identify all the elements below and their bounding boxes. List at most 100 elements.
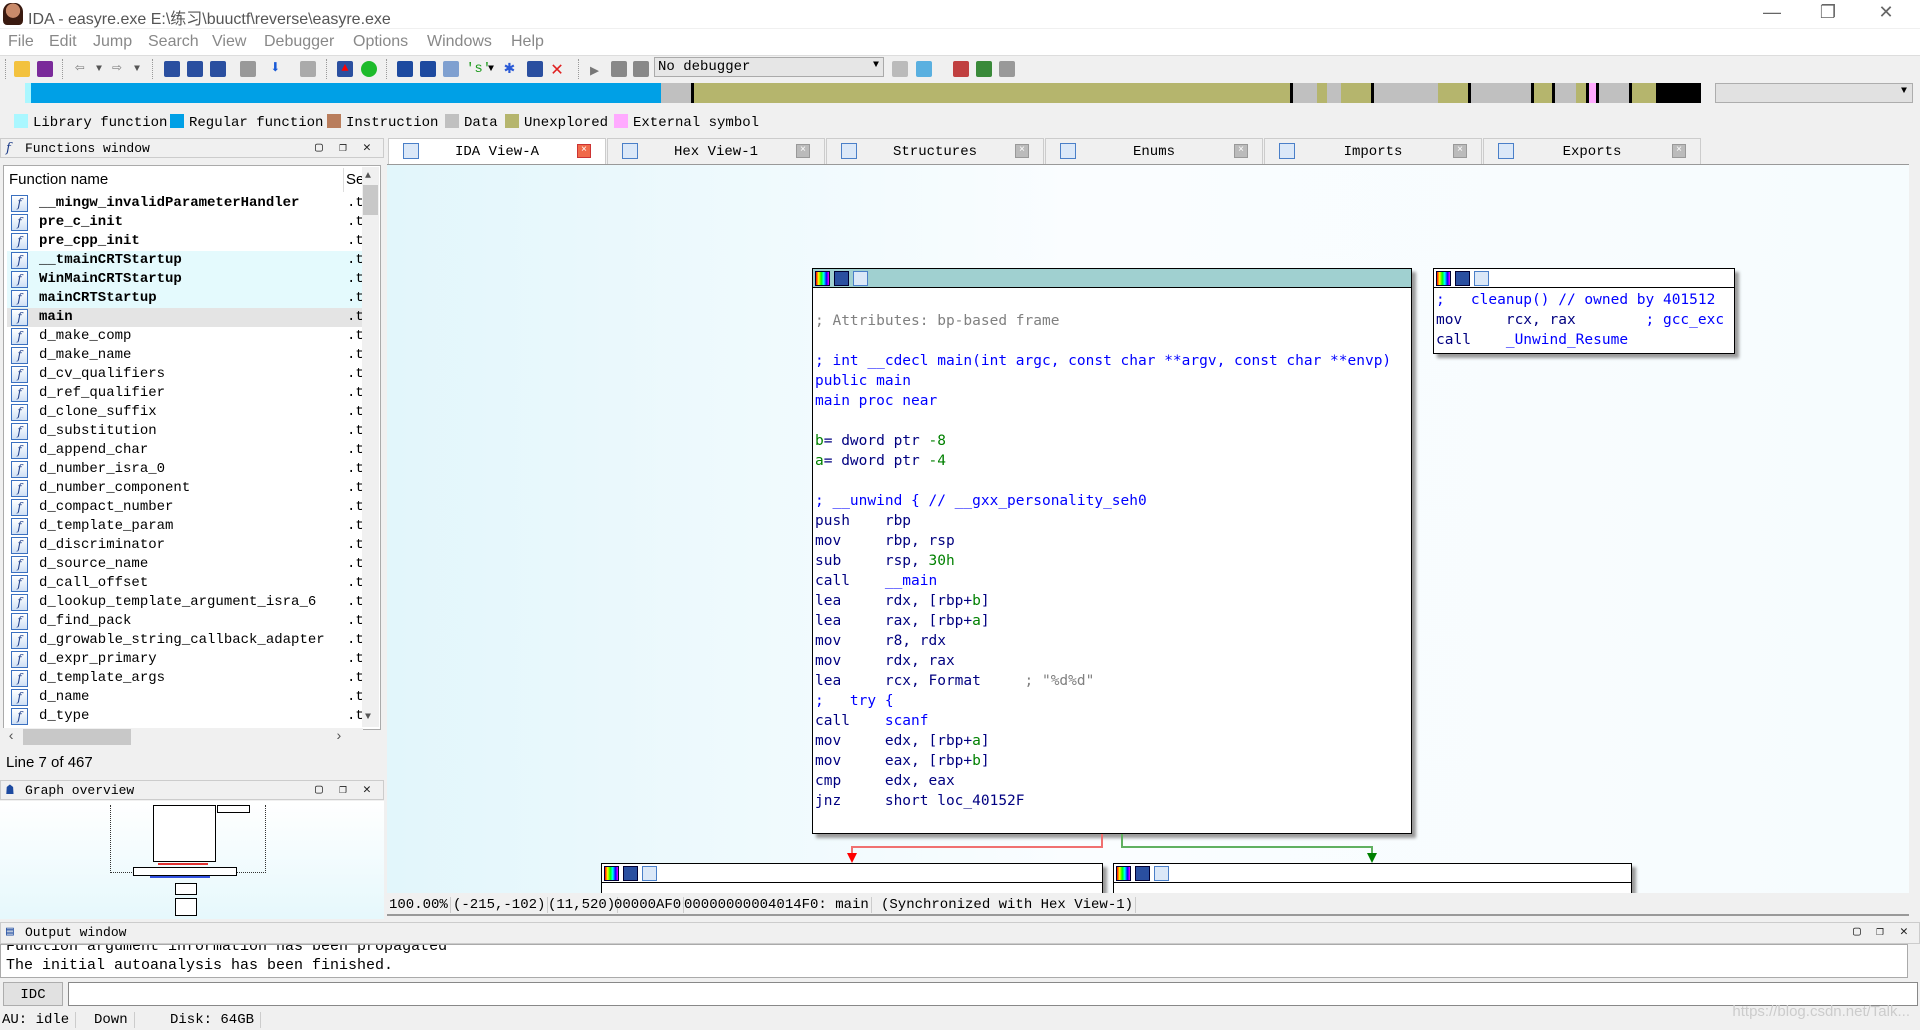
breakpoint-list-icon[interactable] xyxy=(953,61,969,77)
tab-enums[interactable]: Enums × xyxy=(1045,138,1263,164)
forward-dropdown-icon[interactable]: ▼ xyxy=(134,64,150,80)
function-row[interactable]: f pre_cpp_init .t xyxy=(7,232,364,251)
tab-ida-view-a[interactable]: IDA View-A × xyxy=(388,138,606,164)
function-row[interactable]: f d_number_isra_0 .t xyxy=(7,460,364,479)
string-dropdown-icon[interactable]: ▼ xyxy=(488,64,504,80)
functions-list[interactable]: Function name Se f __mingw_invalidParamet… xyxy=(3,165,381,730)
function-row[interactable]: f __tmainCRTStartup .t xyxy=(7,251,364,270)
make-array-icon[interactable]: ✱ xyxy=(504,57,520,79)
function-row[interactable]: f main .t xyxy=(7,308,364,327)
jump-down-icon[interactable]: ⬇ xyxy=(270,57,286,79)
back-icon[interactable]: ⇦ xyxy=(75,57,91,77)
tab-exports[interactable]: Exports × xyxy=(1483,138,1701,164)
back-dropdown-icon[interactable]: ▼ xyxy=(96,64,112,80)
menu-options[interactable]: Options xyxy=(353,33,408,51)
function-row[interactable]: f WinMainCRTStartup .t xyxy=(7,270,364,289)
float-icon[interactable]: ❐ xyxy=(339,782,347,797)
close-tab-icon[interactable]: × xyxy=(1234,144,1248,158)
function-row[interactable]: f d_number_component .t xyxy=(7,479,364,498)
analysis-ok-icon[interactable] xyxy=(361,61,377,77)
function-row[interactable]: f mainCRTStartup .t xyxy=(7,289,364,308)
tab-hex-view-1[interactable]: Hex View-1 × xyxy=(607,138,825,164)
close-tab-icon[interactable]: × xyxy=(577,144,591,158)
navigation-band[interactable] xyxy=(25,83,1701,103)
menu-help[interactable]: Help xyxy=(511,33,544,51)
search-code-icon[interactable] xyxy=(164,61,180,77)
output-log[interactable]: Function argument information has been p… xyxy=(0,944,1908,978)
open-icon[interactable] xyxy=(14,61,30,77)
function-row[interactable]: f d_compact_number .t xyxy=(7,498,364,517)
attach-icon[interactable] xyxy=(892,61,908,77)
patch-icon[interactable] xyxy=(300,61,316,77)
scrollbar-thumb[interactable] xyxy=(363,185,378,215)
function-row[interactable]: f d_lookup_template_argument_isra_6 .t xyxy=(7,593,364,612)
maximize-icon[interactable]: ▢ xyxy=(315,782,323,797)
function-row[interactable]: f d_make_name .t xyxy=(7,346,364,365)
function-row[interactable]: f d_type .t xyxy=(7,707,364,726)
make-string-icon[interactable]: 's' xyxy=(466,61,491,77)
graph-overview-canvas[interactable] xyxy=(0,801,384,919)
start-debug-icon[interactable]: ▶ xyxy=(590,61,606,80)
function-row[interactable]: f d_growable_string_callback_adapter .t xyxy=(7,631,364,650)
float-icon[interactable]: ❐ xyxy=(339,140,347,155)
segment-select[interactable]: ▼ xyxy=(1715,83,1913,103)
rename-icon[interactable] xyxy=(527,61,543,77)
forward-icon[interactable]: ⇨ xyxy=(112,57,128,77)
close-tab-icon[interactable]: × xyxy=(1453,144,1467,158)
functions-horizontal-scrollbar[interactable]: ‹ › xyxy=(3,728,363,746)
function-row[interactable]: f d_call_offset .t xyxy=(7,574,364,593)
function-row[interactable]: f d_make_comp .t xyxy=(7,327,364,346)
function-row[interactable]: f d_discriminator .t xyxy=(7,536,364,555)
function-row[interactable]: f d_append_char .t xyxy=(7,441,364,460)
search-text-icon[interactable] xyxy=(187,61,203,77)
function-row[interactable]: f __mingw_invalidParameterHandler .t xyxy=(7,194,364,213)
tracing-icon[interactable] xyxy=(999,61,1015,77)
tab-imports[interactable]: Imports × xyxy=(1264,138,1482,164)
functions-vertical-scrollbar[interactable]: ▲ ▼ xyxy=(362,167,379,727)
close-tab-icon[interactable]: × xyxy=(796,144,810,158)
menu-search[interactable]: Search xyxy=(148,33,199,51)
function-row[interactable]: f d_source_name .t xyxy=(7,555,364,574)
function-row[interactable]: f d_substitution .t xyxy=(7,422,364,441)
function-row[interactable]: f d_cv_qualifiers .t xyxy=(7,365,364,384)
close-icon[interactable]: ✕ xyxy=(363,782,371,797)
function-row[interactable]: f d_ref_qualifier .t xyxy=(7,384,364,403)
function-row[interactable]: f pre_c_init .t xyxy=(7,213,364,232)
close-button[interactable]: ✕ xyxy=(1866,2,1906,23)
restore-button[interactable]: ❐ xyxy=(1808,2,1848,23)
pause-icon[interactable] xyxy=(611,61,627,77)
command-input[interactable] xyxy=(68,982,1918,1006)
menu-debugger[interactable]: Debugger xyxy=(264,33,334,51)
menu-file[interactable]: File xyxy=(8,33,34,51)
make-code-icon[interactable] xyxy=(397,61,413,77)
function-row[interactable]: f d_expr_primary .t xyxy=(7,650,364,669)
idc-language-button[interactable]: IDC xyxy=(3,982,63,1006)
float-icon[interactable]: ❐ xyxy=(1876,924,1884,939)
debugger-select[interactable]: No debugger ▼ xyxy=(654,57,884,77)
refresh-icon[interactable] xyxy=(916,61,932,77)
close-tab-icon[interactable]: × xyxy=(1015,144,1029,158)
ida-view-graph[interactable]: ; Attributes: bp-based frame; int __cdec… xyxy=(387,164,1909,893)
search-next-icon[interactable] xyxy=(240,61,256,77)
menu-windows[interactable]: Windows xyxy=(427,33,492,51)
close-icon[interactable]: ✕ xyxy=(1900,924,1908,939)
make-ascii-icon[interactable] xyxy=(443,61,459,77)
maximize-icon[interactable]: ▢ xyxy=(315,140,323,155)
undefine-icon[interactable]: ✕ xyxy=(551,56,567,82)
scrollbar-thumb[interactable] xyxy=(23,729,131,745)
search-binary-icon[interactable] xyxy=(210,61,226,77)
function-row[interactable]: f d_template_param .t xyxy=(7,517,364,536)
stop-icon[interactable] xyxy=(633,61,649,77)
close-icon[interactable]: ✕ xyxy=(363,140,371,155)
menu-jump[interactable]: Jump xyxy=(93,33,132,51)
add-breakpoint-icon[interactable] xyxy=(976,61,992,77)
menu-edit[interactable]: Edit xyxy=(49,33,77,51)
menu-view[interactable]: View xyxy=(212,33,246,51)
analysis-warning-icon[interactable]: ▲ xyxy=(337,61,353,77)
save-icon[interactable] xyxy=(37,61,53,77)
minimize-button[interactable]: — xyxy=(1752,2,1792,23)
maximize-icon[interactable]: ▢ xyxy=(1853,924,1861,939)
column-header-function-name[interactable]: Function name xyxy=(4,168,344,192)
function-row[interactable]: f d_template_args .t xyxy=(7,669,364,688)
make-data-icon[interactable] xyxy=(420,61,436,77)
